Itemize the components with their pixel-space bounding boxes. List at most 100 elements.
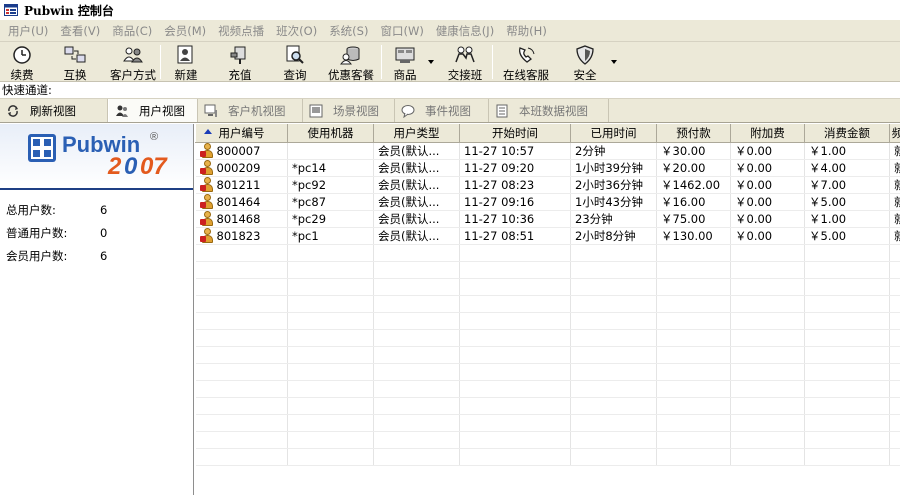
menu-system[interactable]: 系统(S) <box>323 23 374 39</box>
cell-used-time: 1小时43分钟 <box>570 193 657 211</box>
vip-button[interactable]: 优惠客餐 <box>321 42 381 82</box>
col-extra[interactable]: 频 <box>889 124 900 143</box>
tab-shift-data-view[interactable]: 本班数据视图 <box>489 99 609 122</box>
stat-normal-label: 普通用户数: <box>6 225 68 240</box>
cell-surcharge: ￥0.00 <box>730 159 805 177</box>
empty-row <box>195 244 900 262</box>
toolbar: 续费 互换 客户方式 新建 充值 查询 优惠客餐 商品 交接班 在线客服 安全 <box>0 42 900 82</box>
tab-event-view[interactable]: 事件视图 <box>395 99 489 122</box>
empty-row <box>195 295 900 313</box>
table-row[interactable]: 000209 *pc14 会员(默认... 11-27 09:20 1小时39分… <box>195 159 900 177</box>
col-user-id[interactable]: 用户编号 <box>195 124 288 143</box>
cell-prepaid: ￥16.00 <box>656 193 731 211</box>
stat-total-label: 总用户数: <box>6 202 56 217</box>
cell-surcharge: ￥0.00 <box>730 193 805 211</box>
cell-prepaid: ￥130.00 <box>656 227 731 245</box>
table-row[interactable]: 801211 *pc92 会员(默认... 11-27 08:23 2小时36分… <box>195 176 900 194</box>
logo-year-0: 0 <box>124 153 138 180</box>
client-mode-button[interactable]: 客户方式 <box>106 42 160 82</box>
vip-label: 优惠客餐 <box>328 68 374 82</box>
app-icon <box>4 4 18 16</box>
cell-consumption: ￥7.00 <box>804 176 890 194</box>
security-dropdown[interactable] <box>607 42 621 82</box>
cell-used-time: 2分钟 <box>570 142 657 160</box>
cell-consumption: ￥4.00 <box>804 159 890 177</box>
user-stats: 总用户数: 6 普通用户数: 0 会员用户数: 6 <box>0 190 193 267</box>
logo-year-07: 07 <box>140 153 168 180</box>
cell-user-id: 000209 <box>195 159 288 177</box>
menu-view[interactable]: 查看(V) <box>54 23 106 39</box>
tab-shift-data-view-label: 本班数据视图 <box>519 103 588 118</box>
empty-row <box>195 329 900 347</box>
tab-user-view[interactable]: 用户视图 <box>108 99 198 122</box>
goods-dropdown[interactable] <box>424 42 438 82</box>
table-row[interactable]: 801464 *pc87 会员(默认... 11-27 09:16 1小时43分… <box>195 193 900 211</box>
col-surcharge[interactable]: 附加费 <box>730 124 805 143</box>
empty-row <box>195 346 900 364</box>
member-user-icon <box>199 177 214 192</box>
renew-button[interactable]: 续费 <box>0 42 44 82</box>
menu-shift[interactable]: 班次(O) <box>270 23 323 39</box>
cell-user-id: 801464 <box>195 193 288 211</box>
col-start-time[interactable]: 开始时间 <box>459 124 571 143</box>
cell-machine: *pc92 <box>287 176 374 194</box>
cell-start-time: 11-27 09:20 <box>459 159 571 177</box>
cell-extra: 就 <box>889 227 900 245</box>
new-label: 新建 <box>174 68 198 82</box>
tab-user-view-label: 用户视图 <box>139 103 185 118</box>
menu-goods[interactable]: 商品(C) <box>106 23 158 39</box>
menu-health[interactable]: 健康信息(J) <box>430 23 500 39</box>
recharge-icon <box>229 45 251 65</box>
menu-vod[interactable]: 视频点播 <box>212 23 270 39</box>
table-row[interactable]: 801468 *pc29 会员(默认... 11-27 10:36 23分钟 ￥… <box>195 210 900 228</box>
user-table: 用户编号 使用机器 用户类型 开始时间 已用时间 预付款 附加费 消费金额 频 … <box>195 124 900 466</box>
menu-member[interactable]: 会员(M) <box>158 23 212 39</box>
left-panel: Pubwin ® 2 0 07 总用户数: 6 普通用户数: 0 会员用户数: … <box>0 124 194 495</box>
cell-prepaid: ￥1462.00 <box>656 176 731 194</box>
cell-used-time: 1小时39分钟 <box>570 159 657 177</box>
recharge-label: 充值 <box>228 68 252 82</box>
cell-user-id: 801468 <box>195 210 288 228</box>
cell-extra: 就 <box>889 142 900 160</box>
exchange-button[interactable]: 互换 <box>44 42 106 82</box>
handover-button[interactable]: 交接班 <box>438 42 492 82</box>
col-prepaid[interactable]: 预付款 <box>656 124 731 143</box>
table-row[interactable]: 801823 *pc1 会员(默认... 11-27 08:51 2小时8分钟 … <box>195 227 900 245</box>
cell-consumption: ￥1.00 <box>804 210 890 228</box>
goods-button[interactable]: 商品 <box>386 42 424 82</box>
cell-extra: 就 <box>889 210 900 228</box>
client-mode-label: 客户方式 <box>110 68 156 82</box>
cell-surcharge: ￥0.00 <box>730 142 805 160</box>
tab-scene-view[interactable]: 场景视图 <box>303 99 395 122</box>
col-machine[interactable]: 使用机器 <box>287 124 374 143</box>
window-title: Pubwin 控制台 <box>24 3 114 18</box>
title-bar: Pubwin 控制台 <box>0 0 900 20</box>
menu-user[interactable]: 用户(U) <box>2 23 54 39</box>
col-used-time[interactable]: 已用时间 <box>570 124 657 143</box>
empty-row <box>195 261 900 279</box>
online-service-button[interactable]: 在线客服 <box>493 42 559 82</box>
tab-scene-view-label: 场景视图 <box>333 103 379 118</box>
cell-extra: 就 <box>889 176 900 194</box>
col-user-type[interactable]: 用户类型 <box>373 124 460 143</box>
goods-icon <box>394 45 416 65</box>
stat-normal-users: 普通用户数: 0 <box>0 221 193 244</box>
cell-used-time: 2小时36分钟 <box>570 176 657 194</box>
cell-machine: *pc87 <box>287 193 374 211</box>
security-button[interactable]: 安全 <box>563 42 607 82</box>
tab-client-view[interactable]: 客户机视图 <box>198 99 303 122</box>
handover-icon <box>454 45 476 65</box>
cell-machine <box>287 142 374 160</box>
query-button[interactable]: 查询 <box>269 42 321 82</box>
new-button[interactable]: 新建 <box>161 42 211 82</box>
col-consumption[interactable]: 消费金额 <box>804 124 890 143</box>
cell-user-type: 会员(默认... <box>373 193 460 211</box>
menu-help[interactable]: 帮助(H) <box>500 23 553 39</box>
menu-window[interactable]: 窗口(W) <box>374 23 429 39</box>
refresh-view-button[interactable]: 刷新视图 <box>0 99 108 122</box>
table-row[interactable]: 800007 会员(默认... 11-27 10:57 2分钟 ￥30.00 ￥… <box>195 142 900 160</box>
cell-start-time: 11-27 08:23 <box>459 176 571 194</box>
exchange-computers-icon <box>64 45 86 65</box>
recharge-button[interactable]: 充值 <box>211 42 269 82</box>
quick-channel-input[interactable] <box>51 82 872 98</box>
